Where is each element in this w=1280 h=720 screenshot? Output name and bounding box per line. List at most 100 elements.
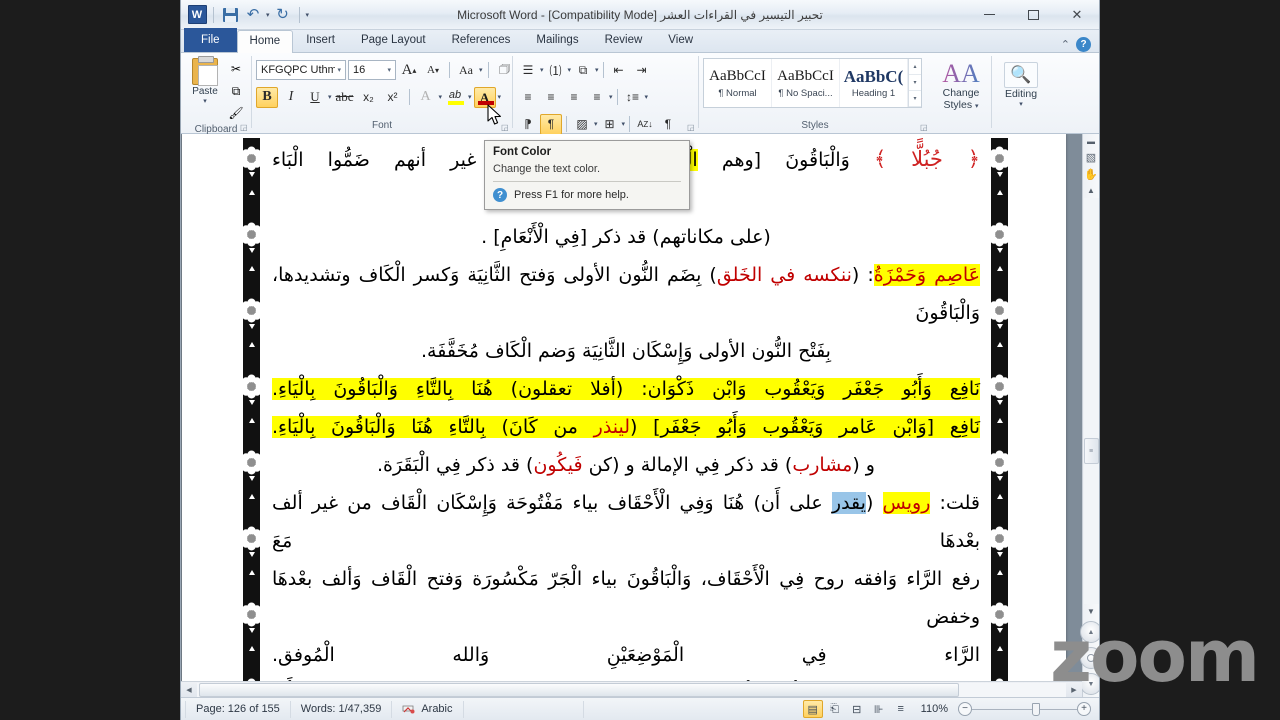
shading-icon[interactable]: ▨ xyxy=(571,114,593,135)
format-painter-icon[interactable]: 🖌 xyxy=(225,103,247,123)
italic-button[interactable]: I xyxy=(280,87,302,108)
proofing-status[interactable]: Arabic xyxy=(392,700,464,718)
word-count[interactable]: Words: 1/47,359 xyxy=(291,700,393,718)
copy-icon[interactable]: ⧉ xyxy=(225,81,247,101)
bold-button[interactable]: B xyxy=(256,86,278,108)
tab-insert[interactable]: Insert xyxy=(293,29,348,52)
tab-view[interactable]: View xyxy=(655,29,706,52)
underline-caret-icon[interactable]: ▾ xyxy=(328,93,332,101)
paste-button[interactable]: Paste ▾ xyxy=(185,56,225,105)
vertical-scrollbar[interactable]: ▬ ▧ ✋ ▲ ≡ ▼ ▲ ▼ xyxy=(1080,134,1099,697)
numbering-caret-icon[interactable]: ▾ xyxy=(568,66,572,74)
styles-more-icon[interactable]: ▾ xyxy=(909,91,921,107)
change-styles-caret-icon[interactable]: ▾ xyxy=(975,103,979,110)
select-browse-object-icon[interactable]: ▧ xyxy=(1083,149,1099,166)
shading-caret-icon[interactable]: ▾ xyxy=(594,120,598,128)
zoom-slider-handle[interactable] xyxy=(1032,702,1040,716)
find-binoculars-icon[interactable]: 🔍 xyxy=(1004,62,1038,88)
zoom-level-label[interactable]: 110% xyxy=(913,703,956,715)
view-outline-icon[interactable]: ⊪ xyxy=(869,700,889,718)
minimize-ribbon-icon[interactable]: ⌃ xyxy=(1061,38,1070,51)
justify-caret-icon[interactable]: ▾ xyxy=(609,93,613,101)
show-formatting-marks-icon[interactable]: ¶ xyxy=(657,114,679,135)
quick-access-toolbar[interactable]: W ↶ ▾ ↻ ▾ xyxy=(181,5,309,25)
redo-icon[interactable]: ↻ xyxy=(273,5,293,25)
numbering-icon[interactable]: ⑴ xyxy=(545,60,567,81)
subscript-button[interactable]: x₂ xyxy=(358,87,380,108)
close-button[interactable]: ✕ xyxy=(1055,0,1099,29)
minimize-button[interactable] xyxy=(967,0,1011,29)
editing-button[interactable]: 🔍 Editing ▾ xyxy=(996,56,1046,108)
shrink-font-icon[interactable]: A ▾ xyxy=(422,60,444,81)
styles-dialog-launcher[interactable]: ◲ xyxy=(920,123,929,132)
zoom-slider[interactable]: − + xyxy=(958,702,1091,716)
help-icon[interactable]: ? xyxy=(1076,37,1091,52)
text-effects-icon[interactable]: A xyxy=(415,87,437,108)
maximize-button[interactable] xyxy=(1011,0,1055,29)
font-color-caret-icon[interactable]: ▾ xyxy=(498,93,502,101)
increase-indent-icon[interactable]: ⇥ xyxy=(631,60,653,81)
document-page[interactable]: ﴿ جُبُلًّا ﴾ وَالْبَاقُونَ [وهم الْمَكِّ… xyxy=(182,134,1066,697)
style-normal[interactable]: AaBbCcI ¶ Normal xyxy=(704,59,772,107)
change-case-caret-icon[interactable]: ▾ xyxy=(479,66,483,74)
tab-file[interactable]: File xyxy=(184,28,237,52)
justify-icon[interactable]: ≡ xyxy=(586,87,608,108)
align-right-icon[interactable]: ≡ xyxy=(563,87,585,108)
sort-icon[interactable]: A Z ↓ xyxy=(634,114,656,135)
view-web-layout-icon[interactable]: ⊟ xyxy=(847,700,867,718)
horizontal-scroll-track[interactable] xyxy=(197,682,1066,697)
pan-hand-icon[interactable]: ✋ xyxy=(1083,166,1099,183)
multilevel-list-icon[interactable]: ⧉ xyxy=(572,60,594,81)
font-name-combobox[interactable]: KFGQPC Uthmai ▾ xyxy=(256,60,346,80)
view-full-screen-reading-icon[interactable]: ⎗ xyxy=(825,700,845,718)
right-to-left-icon[interactable]: ¶ xyxy=(540,113,562,135)
customize-qat-icon[interactable]: ▾ xyxy=(306,11,310,19)
font-dialog-launcher[interactable]: ◲ xyxy=(501,123,510,132)
paste-dropdown-caret-icon[interactable]: ▾ xyxy=(203,97,207,105)
tab-page-layout[interactable]: Page Layout xyxy=(348,29,439,52)
view-draft-icon[interactable]: ≡ xyxy=(891,700,911,718)
left-to-right-icon[interactable]: ⁋ xyxy=(517,114,539,135)
clipboard-dialog-launcher[interactable]: ◲ xyxy=(240,123,249,132)
split-bar-handle[interactable]: ▬ xyxy=(1084,134,1099,149)
borders-icon[interactable]: ⊞ xyxy=(599,114,621,135)
line-spacing-caret-icon[interactable]: ▾ xyxy=(645,93,649,101)
change-styles-button[interactable]: AA Change Styles ▾ xyxy=(935,56,987,113)
horizontal-scroll-thumb[interactable] xyxy=(199,682,959,697)
editing-caret-icon[interactable]: ▾ xyxy=(1019,100,1023,108)
grow-font-icon[interactable]: A ▴ xyxy=(398,60,420,81)
superscript-button[interactable]: x² xyxy=(382,87,404,108)
tab-home[interactable]: Home xyxy=(236,30,294,53)
change-case-icon[interactable]: Aa xyxy=(455,60,477,81)
zoom-out-button[interactable]: − xyxy=(958,702,972,716)
font-color-button[interactable]: A xyxy=(473,86,496,108)
view-print-layout-icon[interactable]: ▤ xyxy=(802,700,823,718)
tab-mailings[interactable]: Mailings xyxy=(523,29,591,52)
multilevel-caret-icon[interactable]: ▾ xyxy=(595,66,599,74)
bullets-icon[interactable]: ☰ xyxy=(517,60,539,81)
horizontal-scrollbar[interactable]: ◀ ▶ xyxy=(181,681,1082,697)
align-center-icon[interactable]: ≡ xyxy=(540,87,562,108)
text-highlight-color-icon[interactable]: ab xyxy=(444,87,466,108)
text-effects-caret-icon[interactable]: ▾ xyxy=(439,93,443,101)
styles-scroll-down-icon[interactable]: ▾ xyxy=(909,75,921,91)
styles-gallery-scroll[interactable]: ▴ ▾ ▾ xyxy=(908,59,921,107)
doc-line-9-seg-4-selection[interactable]: يقدر xyxy=(831,492,866,514)
line-spacing-icon[interactable]: ↕≡ xyxy=(622,87,644,108)
decrease-indent-icon[interactable]: ⇤ xyxy=(608,60,630,81)
page-indicator[interactable]: Page: 126 of 155 xyxy=(185,700,291,718)
undo-icon[interactable]: ↶ xyxy=(243,5,263,25)
save-icon[interactable] xyxy=(220,5,240,25)
styles-scroll-up-icon[interactable]: ▴ xyxy=(909,59,921,75)
scroll-up-arrow[interactable]: ▲ xyxy=(1084,183,1099,198)
zoom-slider-track[interactable] xyxy=(972,702,1077,716)
style-no-spacing[interactable]: AaBbCcI ¶ No Spaci... xyxy=(772,59,840,107)
document-text[interactable]: ﴿ جُبُلًّا ﴾ وَالْبَاقُونَ [وهم الْمَكِّ… xyxy=(272,140,981,697)
undo-dropdown-caret-icon[interactable]: ▾ xyxy=(266,11,270,19)
borders-caret-icon[interactable]: ▾ xyxy=(622,120,626,128)
underline-button[interactable]: U xyxy=(304,87,326,108)
tab-review[interactable]: Review xyxy=(592,29,656,52)
tab-references[interactable]: References xyxy=(439,29,524,52)
font-size-combobox[interactable]: 16 ▾ xyxy=(348,60,396,80)
paragraph-dialog-launcher[interactable]: ◲ xyxy=(687,123,696,132)
